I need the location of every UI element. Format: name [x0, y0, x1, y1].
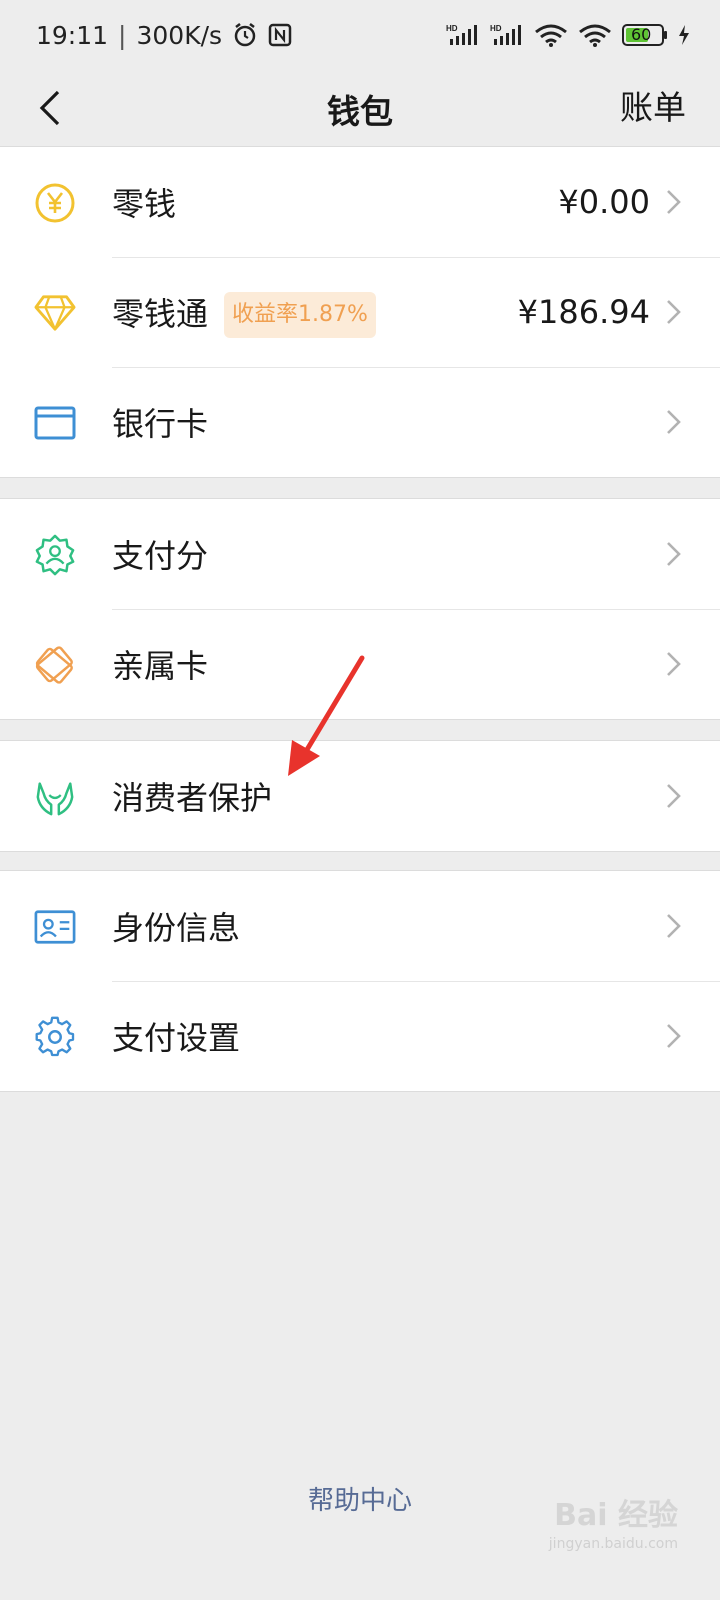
row-label: 零钱	[112, 185, 177, 223]
battery-level: 60	[631, 25, 652, 44]
wallet-group-settings: 身份信息 支付设置	[0, 870, 720, 1092]
signal-hd-icon: HD	[446, 23, 480, 47]
chevron-right-icon	[667, 652, 681, 676]
chevron-right-icon	[667, 1024, 681, 1048]
status-divider: |	[118, 20, 127, 50]
diamond-icon	[34, 292, 76, 334]
svg-text:HD: HD	[446, 24, 458, 33]
chevron-right-icon	[667, 190, 681, 214]
annotation-arrow	[288, 655, 365, 776]
row-label: 身份信息	[112, 909, 241, 947]
row-label: 亲属卡	[112, 647, 209, 685]
row-pay-score[interactable]: 支付分	[0, 499, 720, 609]
watermark-subtext: jingyan.baidu.com	[548, 1536, 678, 1552]
status-net-speed: 300K/s	[136, 20, 223, 50]
gear-icon	[34, 1016, 76, 1058]
hands-protect-icon	[34, 776, 76, 818]
wifi-icon	[534, 23, 568, 47]
baidu-jingyan-watermark: Bai 经验	[554, 1490, 678, 1534]
signal-hd-icon-2: HD	[490, 23, 524, 47]
back-button[interactable]	[22, 80, 78, 136]
status-bar: 19:11 | 300K/s HD HD 60	[0, 0, 720, 70]
row-label: 支付设置	[112, 1019, 241, 1057]
row-lingqiantong[interactable]: 零钱通 收益率1.87% ¥186.94	[0, 257, 720, 367]
alarm-icon	[232, 22, 258, 48]
row-change[interactable]: 零钱 ¥0.00	[0, 147, 720, 257]
row-label: 消费者保护	[112, 779, 273, 817]
row-value: ¥0.00	[558, 183, 650, 221]
yuan-coin-icon	[34, 182, 76, 224]
battery-icon: 60	[622, 23, 668, 47]
nav-bar: 钱包 账单	[0, 70, 720, 148]
id-card-icon	[34, 906, 76, 948]
chevron-right-icon	[667, 410, 681, 434]
row-value: ¥186.94	[517, 293, 650, 331]
chevron-right-icon	[667, 542, 681, 566]
row-pay-settings[interactable]: 支付设置	[0, 981, 720, 1091]
family-card-icon	[34, 644, 76, 686]
pay-score-icon	[34, 534, 76, 576]
chevron-left-icon	[39, 90, 60, 126]
chevron-right-icon	[667, 300, 681, 324]
yield-rate-badge: 收益率1.87%	[224, 292, 376, 338]
status-time: 19:11	[36, 20, 109, 50]
row-label: 零钱通	[112, 295, 209, 333]
row-label: 支付分	[112, 537, 209, 575]
chevron-right-icon	[667, 784, 681, 808]
row-bank-card[interactable]: 银行卡	[0, 367, 720, 477]
row-label: 银行卡	[112, 405, 209, 443]
chevron-right-icon	[667, 914, 681, 938]
wallet-group-balance: 零钱 ¥0.00 零钱通 收益率1.87% ¥186.94 银行卡	[0, 146, 720, 478]
bill-button[interactable]: 账单	[620, 80, 686, 136]
row-identity-info[interactable]: 身份信息	[0, 871, 720, 981]
page-title: 钱包	[327, 92, 393, 131]
svg-text:HD: HD	[490, 24, 502, 33]
charging-icon	[678, 24, 690, 46]
watermark-text: Bai 经验	[554, 1498, 678, 1533]
bank-card-icon	[34, 402, 76, 444]
nfc-icon	[268, 23, 292, 47]
wifi-link-icon	[578, 23, 612, 47]
